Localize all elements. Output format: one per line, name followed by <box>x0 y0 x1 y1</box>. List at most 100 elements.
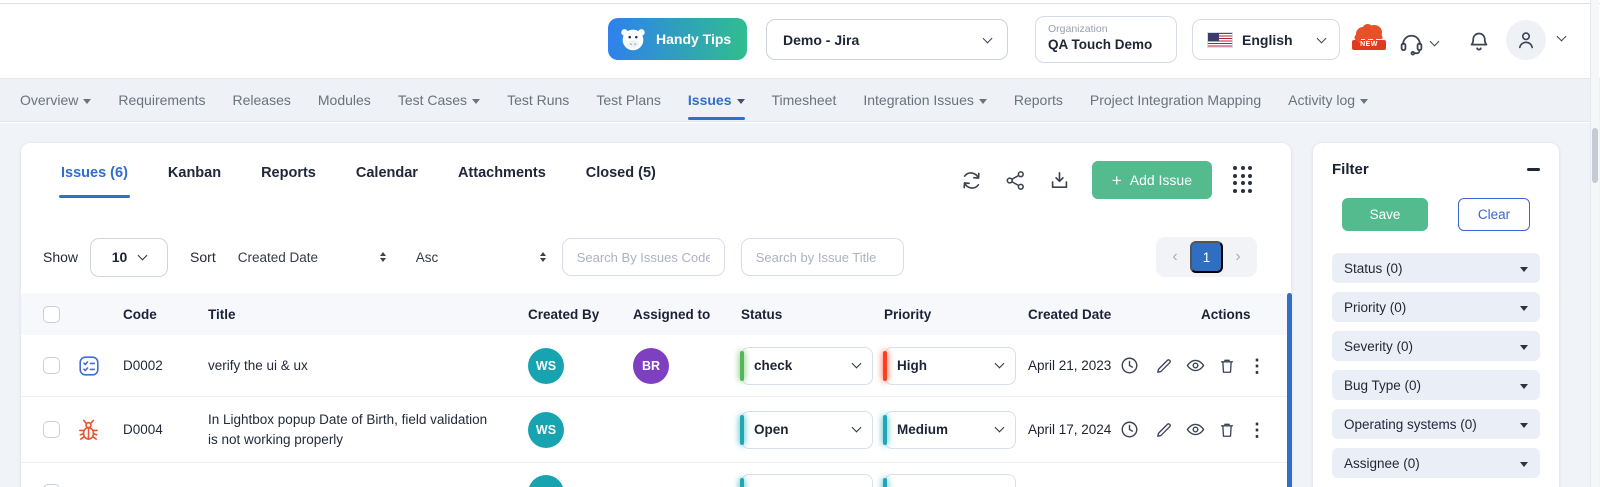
tab-kanban[interactable]: Kanban <box>168 165 221 181</box>
save-filter-button[interactable]: Save <box>1342 198 1428 231</box>
nav-item-test-runs[interactable]: Test Runs <box>507 92 569 108</box>
col-actions: Actions <box>1201 306 1251 322</box>
sort-direction-select[interactable]: Asc <box>416 250 546 265</box>
share-button[interactable] <box>1004 169 1027 192</box>
chevron-down-icon <box>994 358 1005 369</box>
nav-item-integration-issues[interactable]: Integration Issues <box>863 92 987 108</box>
status-select[interactable]: Open <box>740 410 873 449</box>
history-button[interactable] <box>1119 355 1140 376</box>
created-by-avatar[interactable]: WS <box>528 474 564 487</box>
nav-item-timesheet[interactable]: Timesheet <box>772 92 837 108</box>
issue-title[interactable]: verify the ui & ux <box>208 356 528 376</box>
grid-dots-icon <box>1233 166 1253 194</box>
tab-closed[interactable]: Closed (5) <box>586 165 656 181</box>
filter-group-assignee[interactable]: Assignee (0) <box>1332 448 1540 478</box>
view-button[interactable] <box>1185 355 1206 376</box>
handy-tips-button[interactable]: Handy Tips <box>608 18 748 60</box>
priority-select[interactable]: Medium <box>883 410 1016 449</box>
col-title: Title <box>208 306 236 322</box>
chevron-down-icon <box>1556 31 1567 42</box>
filter-group-severity[interactable]: Severity (0) <box>1332 331 1540 361</box>
column-settings-button[interactable] <box>1233 166 1253 194</box>
support-menu-button[interactable] <box>1398 29 1440 56</box>
person-icon <box>1514 28 1538 52</box>
created-by-avatar[interactable]: WS <box>528 347 564 384</box>
nav-item-issues[interactable]: Issues <box>687 92 745 120</box>
issue-code[interactable]: D0002 <box>123 358 208 373</box>
table-scrollbar[interactable] <box>1287 293 1292 487</box>
add-issue-button[interactable]: + Add Issue <box>1091 161 1212 199</box>
page-size-select[interactable]: 10 <box>90 237 169 277</box>
row-checkbox[interactable] <box>43 357 60 374</box>
priority-select[interactable]: High <box>883 346 1016 385</box>
new-feature-badge[interactable]: NEW <box>1352 21 1386 59</box>
clock-icon <box>1121 421 1138 438</box>
created-by-avatar[interactable]: WS <box>528 411 564 448</box>
filter-group-operating-systems[interactable]: Operating systems (0) <box>1332 409 1540 439</box>
priority-select[interactable] <box>883 473 1016 487</box>
search-code-input[interactable] <box>561 238 725 276</box>
tab-calendar[interactable]: Calendar <box>356 165 418 181</box>
trash-icon <box>1220 359 1234 373</box>
notifications-button[interactable] <box>1466 29 1492 55</box>
refresh-button[interactable] <box>960 169 983 192</box>
page-scrollbar-thumb[interactable] <box>1592 128 1598 183</box>
nav-item-requirements[interactable]: Requirements <box>118 92 205 108</box>
nav-item-overview[interactable]: Overview <box>20 92 92 108</box>
view-button[interactable] <box>1185 419 1206 440</box>
nav-item-reports[interactable]: Reports <box>1014 92 1063 108</box>
pagination: ‹ 1 › <box>1156 237 1257 277</box>
filter-group-bug-type[interactable]: Bug Type (0) <box>1332 370 1540 400</box>
select-all-checkbox[interactable] <box>43 305 60 323</box>
nav-item-modules[interactable]: Modules <box>318 92 371 108</box>
pencil-icon <box>1157 422 1171 437</box>
issue-code[interactable]: D0004 <box>123 422 208 437</box>
filter-group-status[interactable]: Status (0) <box>1332 253 1540 283</box>
caret-down-icon <box>1520 383 1528 389</box>
tab-attachments[interactable]: Attachments <box>458 165 546 181</box>
next-page-button[interactable]: › <box>1223 248 1253 266</box>
more-actions-button[interactable]: ⋮ <box>1248 357 1266 375</box>
delete-button[interactable] <box>1217 356 1237 376</box>
download-button[interactable] <box>1048 169 1071 192</box>
caret-down-icon <box>1520 305 1528 311</box>
pencil-icon <box>1157 358 1171 373</box>
row-checkbox[interactable] <box>43 421 60 438</box>
table-header: Code Title Created By Assigned to Status… <box>21 293 1291 335</box>
nav-item-test-cases[interactable]: Test Cases <box>398 92 481 108</box>
clear-filter-button[interactable]: Clear <box>1458 198 1530 231</box>
assigned-to-avatar[interactable]: BR <box>633 347 669 384</box>
tab-reports[interactable]: Reports <box>261 165 316 181</box>
organization-box[interactable]: Organization QA Touch Demo <box>1035 16 1177 63</box>
issue-title[interactable]: In Lightbox popup Date of Birth, field v… <box>208 410 528 449</box>
edit-button[interactable] <box>1154 356 1174 376</box>
user-menu-button[interactable] <box>1506 20 1546 60</box>
table-row: WS <box>21 463 1291 487</box>
edit-button[interactable] <box>1154 420 1174 440</box>
search-title-input[interactable] <box>740 238 904 276</box>
prev-page-button[interactable]: ‹ <box>1160 248 1190 266</box>
list-controls: Show 10 Sort Created Date Asc ‹ 1 › <box>43 237 1257 277</box>
table-row: D0002 verify the ui & ux WS BR check Hig… <box>21 335 1291 397</box>
status-select[interactable]: check <box>740 346 873 385</box>
sort-field-select[interactable]: Created Date <box>238 250 386 265</box>
status-select[interactable] <box>740 473 873 487</box>
chevron-down-icon <box>994 422 1005 433</box>
chevron-down-icon <box>1316 33 1327 43</box>
delete-button[interactable] <box>1217 420 1237 440</box>
more-actions-button[interactable]: ⋮ <box>1248 421 1266 439</box>
nav-item-test-plans[interactable]: Test Plans <box>596 92 661 108</box>
history-button[interactable] <box>1119 419 1140 440</box>
project-selector[interactable]: Demo - Jira <box>766 19 1008 60</box>
tab-issues[interactable]: Issues (6) <box>59 165 130 198</box>
language-selector[interactable]: English <box>1192 19 1340 60</box>
bell-icon <box>1466 29 1492 55</box>
us-flag-icon <box>1207 31 1233 48</box>
current-page-button[interactable]: 1 <box>1190 241 1223 273</box>
nav-item-project-integration-mapping[interactable]: Project Integration Mapping <box>1090 92 1261 108</box>
eye-icon <box>1186 423 1205 436</box>
nav-item-activity-log[interactable]: Activity log <box>1288 92 1369 108</box>
nav-item-releases[interactable]: Releases <box>233 92 291 108</box>
collapse-icon[interactable] <box>1527 168 1540 171</box>
filter-group-priority[interactable]: Priority (0) <box>1332 292 1540 322</box>
